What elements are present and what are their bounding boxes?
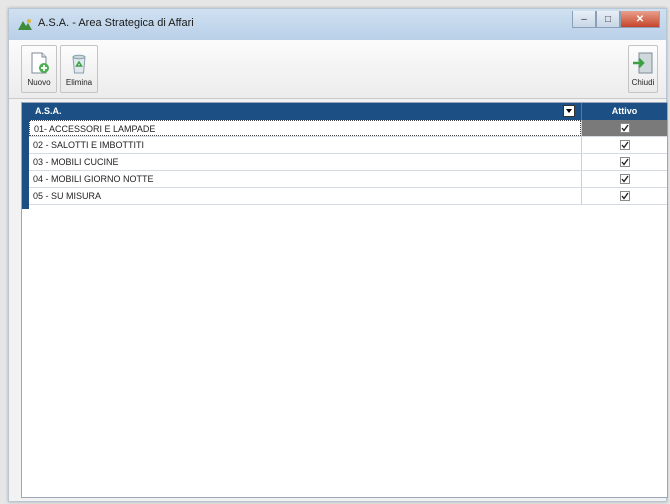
toolbar: Nuovo Elimina Chiudi [9,40,666,99]
asa-name: 04 - MOBILI GIORNO NOTTE [33,174,154,184]
table-row[interactable]: 03 - MOBILI CUCINE [29,154,667,171]
table-row[interactable]: 04 - MOBILI GIORNO NOTTE [29,171,667,188]
new-button-label: Nuovo [27,78,51,87]
checkmark-icon [620,141,629,149]
active-cell[interactable] [581,171,667,187]
asa-cell[interactable]: 02 - SALOTTI E IMBOTTITI [29,137,581,153]
recycle-bin-icon [72,54,86,74]
checkmark-icon [620,192,629,200]
active-cell[interactable] [581,154,667,170]
new-button[interactable]: Nuovo [21,45,57,93]
delete-button-label: Elimina [65,78,93,87]
active-checkbox[interactable] [619,157,630,167]
active-cell[interactable] [581,188,667,204]
window-title: A.S.A. - Area Strategica di Affari [38,17,194,29]
delete-button[interactable]: Elimina [60,45,98,93]
active-checkbox[interactable] [619,140,630,150]
active-checkbox[interactable] [619,123,630,133]
row-selector-strip [22,103,29,209]
asa-window: A.S.A. - Area Strategica di Affari – □ ✕… [8,8,668,502]
active-checkbox[interactable] [619,174,630,184]
checkmark-icon [620,124,629,132]
column-header-asa[interactable]: A.S.A. [29,103,581,120]
table-row[interactable]: 02 - SALOTTI E IMBOTTITI [29,137,667,154]
window-controls: – □ ✕ [572,11,660,29]
title-bar[interactable]: A.S.A. - Area Strategica di Affari – □ ✕ [9,9,666,41]
active-cell[interactable] [581,120,667,136]
asa-cell[interactable]: 03 - MOBILI CUCINE [29,154,581,170]
checkmark-icon [620,175,629,183]
minimize-button[interactable]: – [572,11,596,28]
close-window-button[interactable]: ✕ [620,11,660,28]
asa-name: 01- ACCESSORI E LAMPADE [34,124,156,134]
close-icon: ✕ [635,13,645,25]
asa-name: 05 - SU MISURA [33,191,102,201]
minimize-icon: – [581,13,587,25]
checkmark-icon [620,158,629,166]
column-header-active-label: Attivo [611,106,638,116]
exit-door-icon [633,52,653,74]
new-document-icon [31,52,49,74]
asa-cell[interactable]: 01- ACCESSORI E LAMPADE [29,120,581,136]
column-filter-dropdown[interactable] [563,105,575,117]
asa-cell[interactable]: 04 - MOBILI GIORNO NOTTE [29,171,581,187]
asa-name: 03 - MOBILI CUCINE [33,157,119,167]
asa-name: 02 - SALOTTI E IMBOTTITI [33,140,145,150]
active-checkbox[interactable] [619,191,630,201]
maximize-icon: □ [604,13,612,25]
maximize-button[interactable]: □ [596,11,620,28]
exit-button[interactable]: Chiudi [628,45,658,93]
table-row[interactable]: 01- ACCESSORI E LAMPADE [29,120,667,137]
exit-button-label: Chiudi [631,78,655,87]
column-header-active[interactable]: Attivo [581,103,667,120]
asa-cell[interactable]: 05 - SU MISURA [29,188,581,204]
grid-header: A.S.A. Attivo [29,103,667,120]
active-cell[interactable] [581,137,667,153]
column-header-asa-label: A.S.A. [35,106,62,116]
app-icon [18,19,32,30]
table-row[interactable]: 05 - SU MISURA [29,188,667,205]
asa-grid[interactable]: A.S.A. Attivo 01- ACCESSORI E LAMPADE 02 … [21,102,668,498]
